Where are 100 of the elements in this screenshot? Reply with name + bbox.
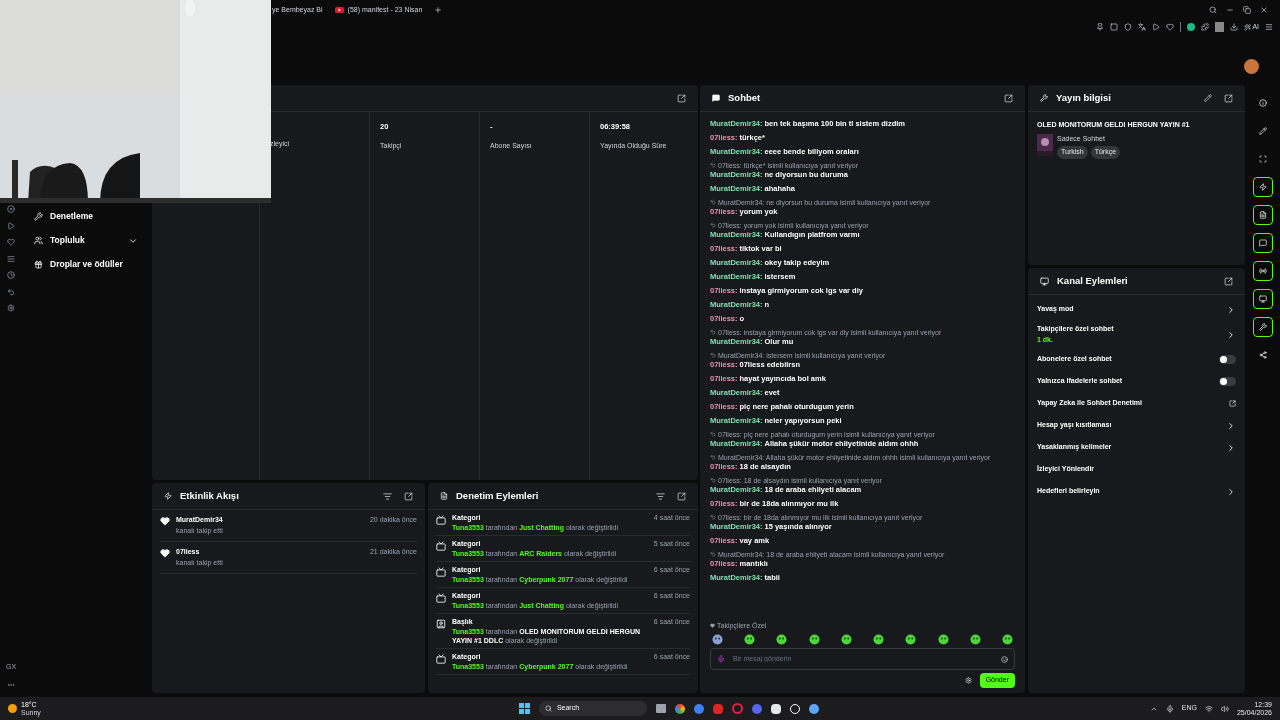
panel-title: Yayın bilgisi (1056, 90, 1111, 105)
tv-icon (436, 567, 446, 577)
emote-icon[interactable] (873, 634, 885, 645)
app-icon[interactable] (770, 703, 781, 714)
emote-icon[interactable] (905, 634, 917, 645)
emote-icon[interactable] (1001, 634, 1013, 645)
panel-title: Kanal Eylemleri (1057, 273, 1128, 288)
pin-icon[interactable] (1096, 23, 1105, 32)
user-card-icon (436, 619, 446, 629)
broadcast-icon[interactable] (1252, 261, 1273, 281)
reply-icon (710, 477, 716, 483)
ring-icon[interactable] (731, 703, 743, 714)
popout-icon[interactable] (1224, 276, 1233, 286)
lightning-icon[interactable] (1252, 177, 1273, 197)
chevron-right-icon (1226, 304, 1236, 315)
sidebar-item[interactable]: Denetleme (34, 208, 138, 225)
lines-icon[interactable] (7, 254, 15, 263)
reply-icon (710, 199, 716, 205)
extension-icon[interactable] (1187, 23, 1196, 32)
emote-icon[interactable] (776, 634, 788, 645)
shield-icon[interactable] (1124, 23, 1133, 32)
emoji-icon[interactable] (1001, 655, 1008, 663)
emote-icon[interactable] (808, 634, 820, 645)
chat-icon[interactable] (1252, 233, 1273, 253)
play-icon[interactable] (7, 221, 15, 230)
sidebar-item[interactable]: Topluluk (34, 232, 138, 249)
monitor-icon[interactable] (1252, 289, 1273, 309)
heart-icon[interactable] (7, 238, 15, 246)
tv-icon (436, 654, 446, 664)
popout-icon[interactable] (677, 491, 686, 501)
users-icon (34, 236, 43, 245)
popout-icon[interactable] (1004, 93, 1013, 103)
panel-title: Etkinlik Akışı (180, 488, 239, 503)
reply-icon (710, 162, 716, 168)
toggle-switch[interactable] (1219, 377, 1236, 386)
panel-title: Sohbet (728, 90, 761, 105)
reply-icon (710, 551, 716, 557)
popout-icon[interactable] (677, 93, 686, 103)
emote-icon[interactable] (712, 634, 723, 645)
snapshot-icon[interactable] (1110, 23, 1119, 32)
windows-logo-icon[interactable] (518, 703, 530, 714)
popout-icon[interactable] (1224, 93, 1233, 103)
chat-icon (712, 94, 720, 102)
search-icon[interactable] (1209, 6, 1217, 14)
wrench-icon (1040, 94, 1048, 102)
document-icon (440, 492, 448, 500)
undo-icon[interactable] (7, 287, 15, 296)
restore-icon[interactable] (1243, 6, 1251, 14)
settings-icon[interactable] (7, 304, 15, 312)
reply-icon (710, 454, 716, 460)
wrench-icon[interactable] (1252, 317, 1273, 337)
translate-icon[interactable] (1138, 23, 1147, 32)
emote-icon[interactable] (937, 634, 949, 645)
file-explorer-icon[interactable] (655, 704, 666, 713)
gift-icon (34, 260, 43, 269)
pencil-icon[interactable] (1204, 94, 1212, 102)
popout-icon[interactable] (404, 491, 413, 501)
chevron-right-icon (1226, 329, 1236, 340)
puzzle-icon[interactable] (1201, 23, 1210, 32)
emote-icon[interactable] (840, 634, 852, 645)
speaker-icon[interactable] (1220, 704, 1229, 713)
chevron-right-icon (1226, 420, 1236, 431)
disc-icon[interactable] (7, 205, 15, 213)
toggle-switch[interactable] (1219, 355, 1236, 364)
wand-icon (1244, 23, 1252, 31)
monitor-icon (1040, 276, 1049, 286)
tv-icon (436, 541, 446, 551)
color-wheel-icon[interactable] (674, 703, 685, 714)
play-logo-icon (334, 7, 344, 13)
chevron-right-icon (1226, 442, 1236, 453)
download-icon[interactable] (1230, 23, 1239, 32)
emote-icon[interactable] (744, 634, 756, 645)
app-icon[interactable] (808, 703, 819, 714)
emote-icon[interactable] (969, 634, 981, 645)
heart-icon (160, 516, 170, 526)
filter-icon[interactable] (383, 491, 392, 501)
more-icon[interactable] (7, 681, 15, 689)
panel-title: Denetim Eylemleri (456, 488, 539, 503)
new-tab-icon[interactable] (434, 6, 443, 14)
heart-icon (710, 623, 715, 629)
menu-icon[interactable] (1265, 23, 1273, 32)
microphone-icon[interactable] (1165, 704, 1174, 713)
heart-icon (160, 548, 170, 558)
wrench-icon (34, 212, 43, 221)
reply-icon (710, 222, 716, 228)
sun-icon (8, 704, 17, 713)
sidebar-item[interactable]: Droplar ve ödüller (34, 256, 138, 273)
close-icon[interactable] (1260, 6, 1268, 14)
reply-icon (710, 514, 716, 520)
reply-icon (710, 431, 716, 437)
wifi-icon[interactable] (1204, 704, 1213, 713)
document-icon[interactable] (1252, 205, 1273, 225)
filter-icon[interactable] (656, 491, 665, 501)
lightning-icon (164, 492, 172, 500)
external-link-icon (1229, 400, 1236, 407)
clock-icon[interactable] (7, 271, 15, 279)
tv-icon (436, 515, 446, 525)
heart-icon[interactable] (1166, 23, 1175, 32)
avatar[interactable] (1244, 59, 1259, 74)
play-icon[interactable] (1152, 23, 1161, 32)
